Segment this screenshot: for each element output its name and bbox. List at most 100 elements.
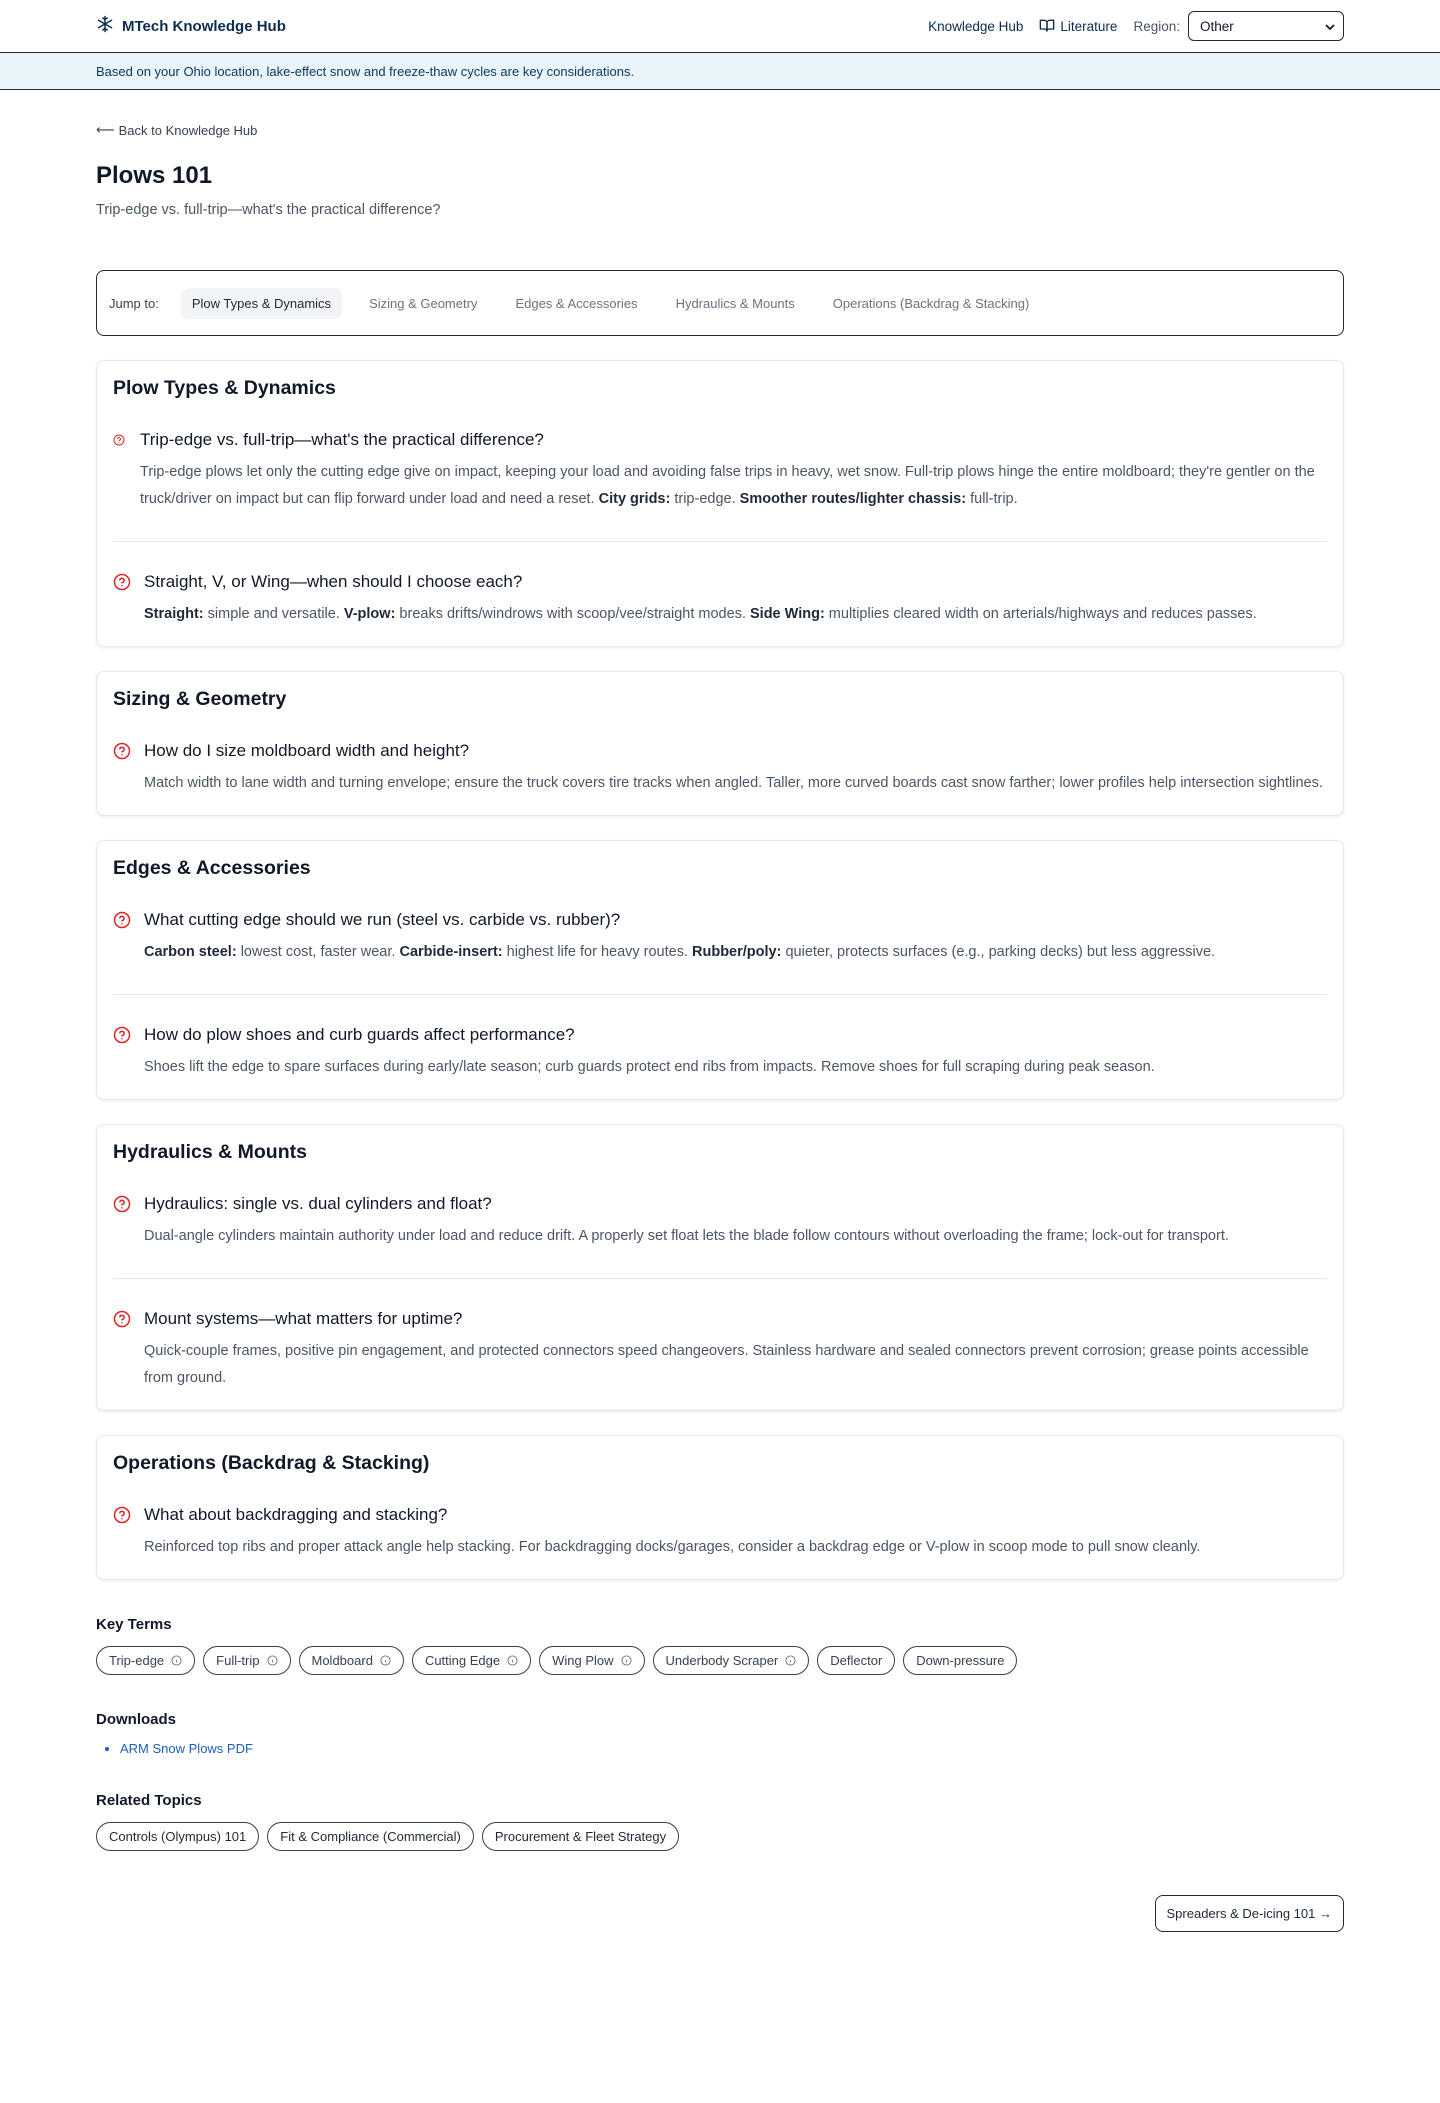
faq-item[interactable]: How do plow shoes and curb guards affect… xyxy=(113,1025,1327,1081)
faq-section: Operations (Backdrag & Stacking) What abo… xyxy=(96,1435,1344,1580)
faq-section: Hydraulics & Mounts Hydraulics: single vs… xyxy=(96,1124,1344,1411)
faq-sections: Plow Types & Dynamics Trip-edge vs. full-… xyxy=(96,360,1344,1580)
arrow-left-icon: ⟵ xyxy=(96,122,115,137)
jump-item-edges[interactable]: Edges & Accessories xyxy=(504,288,648,319)
jump-item-operations[interactable]: Operations (Backdrag & Stacking) xyxy=(822,288,1041,319)
question-circle-icon xyxy=(113,910,131,966)
key-term-label: Cutting Edge xyxy=(424,1653,501,1668)
answer-text: Reinforced top ribs and proper attack an… xyxy=(144,1534,1200,1561)
faq-section: Sizing & Geometry How do I size moldboard… xyxy=(96,671,1344,816)
jump-item-sizing[interactable]: Sizing & Geometry xyxy=(358,288,488,319)
faq-item[interactable]: Mount systems—what matters for uptime? Qu… xyxy=(113,1309,1327,1392)
downloads-list: ARM Snow Plows PDF xyxy=(96,1741,1344,1756)
answer-text: Match width to lane width and turning en… xyxy=(144,770,1323,797)
page-subtitle: Trip-edge vs. full-trip—what's the pract… xyxy=(96,202,441,218)
related-heading: Related Topics xyxy=(96,1792,202,1809)
answer-span: trip-edge. xyxy=(670,491,740,507)
divider xyxy=(113,1278,1327,1279)
brand-name: MTech Knowledge Hub xyxy=(122,17,286,35)
section-title: Edges & Accessories xyxy=(113,857,311,879)
question-title: Hydraulics: single vs. dual cylinders an… xyxy=(144,1194,492,1213)
key-term-chip[interactable]: Deflector xyxy=(817,1646,896,1675)
jump-item-hydraulics[interactable]: Hydraulics & Mounts xyxy=(665,288,806,319)
faq-item[interactable]: Straight, V, or Wing—when should I choos… xyxy=(113,572,1327,628)
download-link[interactable]: ARM Snow Plows PDF xyxy=(120,1741,253,1756)
faq-section: Plow Types & Dynamics Trip-edge vs. full-… xyxy=(96,360,1344,647)
related-topics-list: Controls (Olympus) 101 Fit & Compliance (… xyxy=(96,1822,1344,1851)
faq-item[interactable]: What about backdragging and stacking? Rei… xyxy=(113,1505,1327,1561)
key-term-chip[interactable]: Full-trip xyxy=(203,1646,291,1675)
question-circle-icon xyxy=(113,1505,131,1561)
related-topic-chip[interactable]: Fit & Compliance (Commercial) xyxy=(267,1822,474,1851)
answer-span: quieter, protects surfaces (e.g., parkin… xyxy=(781,944,1216,960)
key-term-chip[interactable]: Trip-edge xyxy=(96,1646,196,1675)
question-circle-icon xyxy=(113,741,131,797)
answer-span: highest life for heavy routes. xyxy=(502,944,693,960)
answer-span: simple and versatile. xyxy=(203,606,344,622)
jump-label: Jump to: xyxy=(109,295,159,311)
main-nav: Knowledge Hub Literature Region: Other xyxy=(928,11,1344,41)
answer-text: Carbon steel: lowest cost, faster wear. … xyxy=(144,939,1215,966)
faq-item[interactable]: What cutting edge should we run (steel v… xyxy=(113,910,1327,966)
key-term-chip[interactable]: Underbody Scraper xyxy=(652,1646,810,1675)
nav-knowledge-hub[interactable]: Knowledge Hub xyxy=(928,19,1023,34)
key-term-chip[interactable]: Wing Plow xyxy=(539,1646,645,1675)
key-term-label: Down-pressure xyxy=(916,1653,1005,1668)
banner-text: Based on your Ohio location, lake-effect… xyxy=(96,63,635,79)
brand[interactable]: MTech Knowledge Hub xyxy=(96,15,286,37)
answer-emphasis: Side Wing: xyxy=(750,606,825,622)
question-title: What about backdragging and stacking? xyxy=(144,1505,448,1524)
region-select[interactable]: Other xyxy=(1188,11,1344,41)
section-title: Sizing & Geometry xyxy=(113,688,287,710)
region-label: Region: xyxy=(1133,18,1180,34)
key-term-label: Moldboard xyxy=(311,1653,373,1668)
divider xyxy=(113,994,1327,995)
book-open-icon xyxy=(1039,18,1055,35)
info-icon xyxy=(507,1655,518,1666)
nav-literature-label: Literature xyxy=(1060,18,1118,34)
chevron-down-icon xyxy=(1325,19,1335,34)
key-term-label: Underbody Scraper xyxy=(665,1653,779,1668)
key-term-chip[interactable]: Cutting Edge xyxy=(411,1646,532,1675)
answer-span: Reinforced top ribs and proper attack an… xyxy=(144,1539,1201,1555)
answer-emphasis: Carbon steel: xyxy=(144,944,237,960)
download-item: ARM Snow Plows PDF xyxy=(120,1741,1344,1756)
answer-span: lowest cost, faster wear. xyxy=(236,944,400,960)
answer-span: full-trip. xyxy=(966,491,1018,507)
question-circle-icon xyxy=(113,1025,131,1081)
key-terms-heading: Key Terms xyxy=(96,1616,172,1633)
question-circle-icon xyxy=(113,1194,131,1250)
key-term-chip[interactable]: Down-pressure xyxy=(903,1646,1018,1675)
next-nav: Spreaders & De-icing 101 → xyxy=(96,1895,1344,1972)
main-content: ⟵ Back to Knowledge Hub Plows 101 Trip-e… xyxy=(96,90,1344,1972)
faq-item[interactable]: How do I size moldboard width and height… xyxy=(113,741,1327,797)
info-icon xyxy=(266,1655,278,1666)
answer-text: Dual-angle cylinders maintain authority … xyxy=(144,1223,1229,1250)
key-term-label: Trip-edge xyxy=(109,1653,165,1668)
back-link[interactable]: ⟵ Back to Knowledge Hub xyxy=(96,122,257,138)
info-icon xyxy=(171,1655,182,1666)
jump-item-plow-types[interactable]: Plow Types & Dynamics xyxy=(180,287,343,319)
question-title: What cutting edge should we run (steel v… xyxy=(144,910,621,929)
answer-emphasis: Rubber/poly: xyxy=(692,944,782,960)
key-term-chip[interactable]: Moldboard xyxy=(298,1646,404,1675)
related-topic-chip[interactable]: Controls (Olympus) 101 xyxy=(96,1822,260,1851)
question-title: How do I size moldboard width and height… xyxy=(144,741,470,760)
downloads-heading: Downloads xyxy=(96,1711,177,1728)
faq-item[interactable]: Trip-edge vs. full-trip—what's the pract… xyxy=(113,430,1327,513)
jump-nav: Jump to: Plow Types & Dynamics Sizing & … xyxy=(96,270,1344,336)
answer-emphasis: Carbide-insert: xyxy=(399,944,503,960)
faq-item[interactable]: Hydraulics: single vs. dual cylinders an… xyxy=(113,1194,1327,1250)
answer-emphasis: City grids: xyxy=(598,491,671,507)
answer-span: Match width to lane width and turning en… xyxy=(144,775,1323,791)
question-circle-icon xyxy=(113,572,131,628)
question-title: Mount systems—what matters for uptime? xyxy=(144,1309,463,1328)
answer-span: multiplies cleared width on arterials/hi… xyxy=(824,606,1257,622)
related-topic-chip[interactable]: Procurement & Fleet Strategy xyxy=(481,1822,680,1851)
section-title: Hydraulics & Mounts xyxy=(113,1141,307,1163)
question-title: Straight, V, or Wing—when should I choos… xyxy=(144,572,523,591)
answer-span: Dual-angle cylinders maintain authority … xyxy=(144,1228,1229,1244)
next-topic-button[interactable]: Spreaders & De-icing 101 → xyxy=(1154,1895,1344,1932)
answer-emphasis: V-plow: xyxy=(343,606,396,622)
nav-literature[interactable]: Literature xyxy=(1039,18,1117,35)
